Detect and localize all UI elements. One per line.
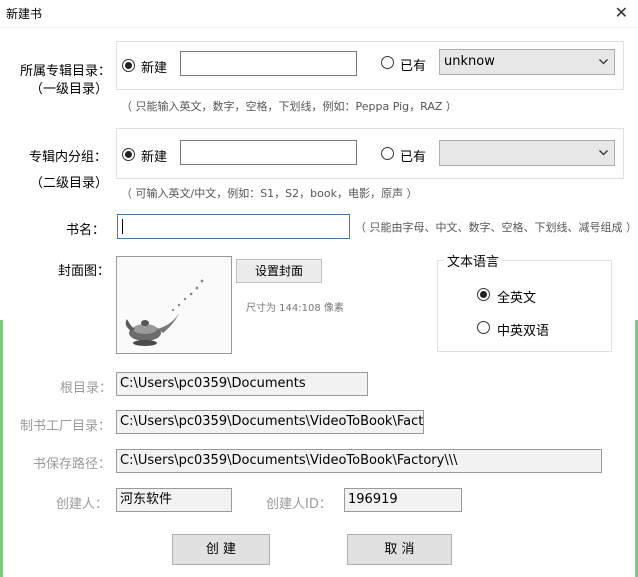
- book-name-label: 书名：: [66, 223, 106, 238]
- window-title: 新建书: [6, 7, 43, 21]
- language-english-radio[interactable]: [477, 288, 490, 301]
- book-name-input[interactable]: [117, 214, 350, 239]
- creator-field[interactable]: 河东软件: [116, 488, 232, 512]
- subgroup-existing-label[interactable]: 已有: [400, 146, 426, 165]
- chevron-down-icon: [599, 57, 608, 66]
- create-button[interactable]: 创 建: [172, 534, 270, 565]
- title-bar: 新建书 ✕: [0, 0, 638, 28]
- subgroup-existing-radio[interactable]: [381, 147, 394, 160]
- subgroup-label: 专辑内分组：: [29, 150, 108, 165]
- background-window-edge: [0, 320, 3, 577]
- root-dir-label: 根目录：: [60, 381, 113, 396]
- creator-id-label: 创建人ID：: [266, 497, 332, 512]
- language-english-label[interactable]: 全英文: [497, 287, 536, 306]
- factory-dir-label: 制书工厂目录：: [20, 419, 112, 434]
- subgroup-new-label[interactable]: 新建: [141, 146, 167, 165]
- root-dir-field[interactable]: C:\Users\pc0359\Documents: [116, 372, 368, 396]
- close-icon[interactable]: ✕: [615, 4, 628, 22]
- cancel-button[interactable]: 取 消: [347, 534, 452, 565]
- creator-label: 创建人：: [56, 497, 109, 512]
- save-path-label: 书保存路径：: [33, 457, 112, 472]
- subgroup-label-sub: （二级目录）: [30, 176, 109, 191]
- cover-label: 封面图：: [58, 264, 111, 279]
- language-bilingual-radio[interactable]: [477, 321, 490, 334]
- album-existing-radio[interactable]: [381, 56, 394, 69]
- subgroup-existing-select[interactable]: [439, 140, 615, 166]
- album-existing-value: unknow: [444, 54, 495, 69]
- album-label-sub: （一级目录）: [30, 82, 109, 97]
- creator-id-field[interactable]: 196919: [344, 488, 462, 512]
- subgroup-hint: （ 可输入英文/中文，例如：S1，S2，book，电影，原声 ）: [121, 187, 418, 200]
- cover-size-hint: 尺寸为 144:108 像素: [246, 303, 344, 314]
- text-caret: [122, 219, 123, 234]
- subgroup-new-radio[interactable]: [122, 148, 135, 161]
- album-label: 所属专辑目录：: [20, 64, 112, 79]
- language-group-title: 文本语言: [444, 251, 503, 270]
- magic-lamp-icon: [125, 279, 204, 346]
- album-existing-select[interactable]: unknow: [439, 49, 615, 75]
- album-new-input[interactable]: [180, 51, 357, 76]
- cover-image[interactable]: [116, 256, 232, 354]
- album-hint: （ 只能输入英文，数字，空格，下划线，例如：Peppa Pig，RAZ ）: [121, 100, 457, 113]
- save-path-field[interactable]: C:\Users\pc0359\Documents\VideoToBook\Fa…: [116, 449, 602, 473]
- language-bilingual-label[interactable]: 中英双语: [497, 320, 549, 339]
- factory-dir-field[interactable]: C:\Users\pc0359\Documents\VideoToBook\Fa…: [116, 410, 424, 434]
- subgroup-new-input[interactable]: [180, 140, 357, 165]
- book-name-hint: （ 只能由字母、中文、数字、空格、下划线、减号组成 ）: [355, 221, 637, 234]
- chevron-down-icon: [599, 148, 608, 157]
- album-new-radio[interactable]: [122, 59, 135, 72]
- set-cover-button[interactable]: 设置封面: [236, 259, 322, 283]
- album-existing-label[interactable]: 已有: [400, 55, 426, 74]
- album-new-label[interactable]: 新建: [141, 57, 167, 76]
